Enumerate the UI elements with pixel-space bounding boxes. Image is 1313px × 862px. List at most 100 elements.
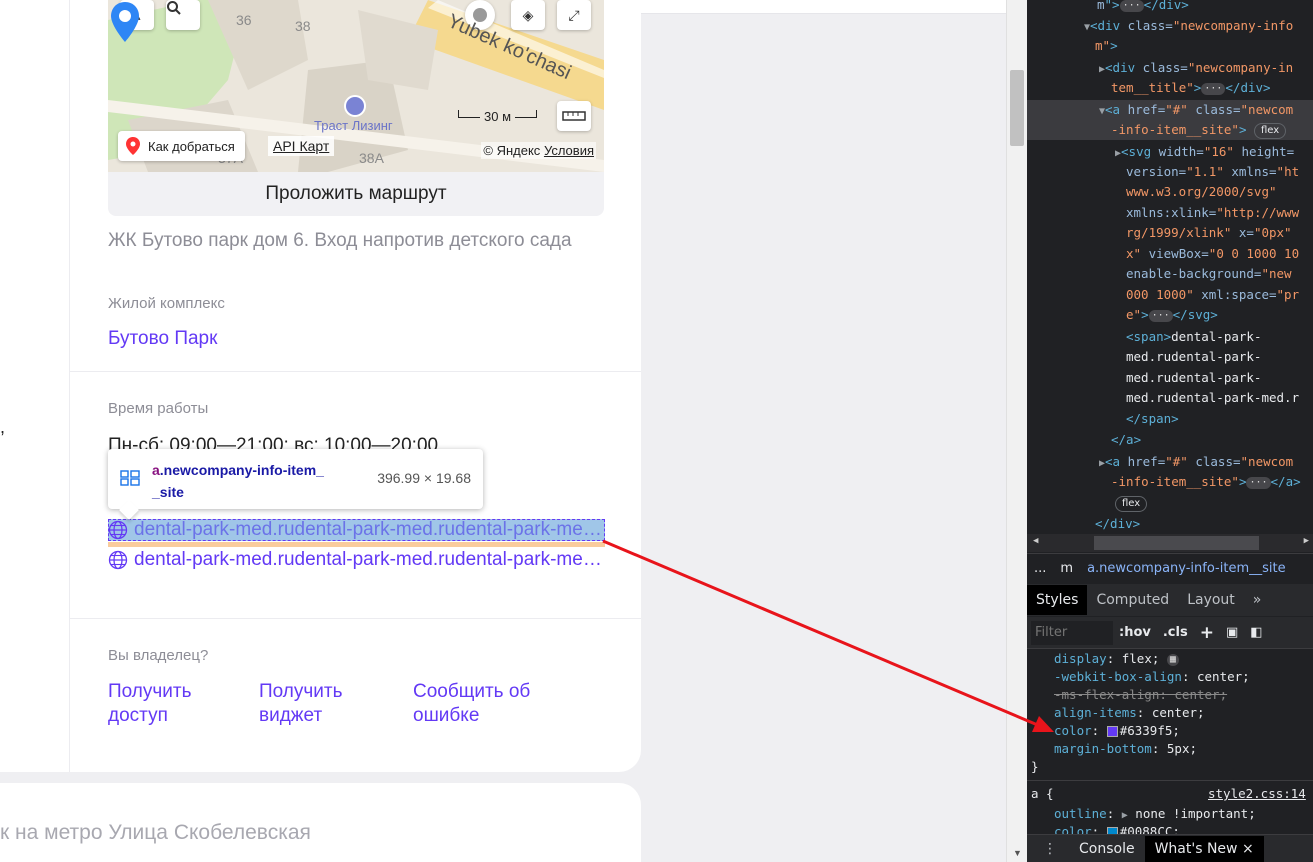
style-decl-color[interactable]: color: #6339f5; xyxy=(1054,722,1180,740)
hov-toggle[interactable]: :hov xyxy=(1113,625,1157,640)
flex-badge[interactable]: flex xyxy=(1115,495,1148,512)
sidebar-toggle-icon[interactable]: ◧ xyxy=(1244,625,1268,640)
dom-line[interactable]: med.rudental-park- xyxy=(1126,368,1261,388)
breadcrumb-item[interactable]: ... xyxy=(1027,561,1053,576)
tab-computed[interactable]: Computed xyxy=(1087,585,1178,615)
style-decl-overridden[interactable]: -ms-flex-align: center; xyxy=(1054,686,1227,704)
rule-selector[interactable]: a { xyxy=(1031,785,1054,803)
dom-line[interactable]: </a> xyxy=(1111,430,1141,450)
dom-line[interactable]: </div> xyxy=(1095,514,1140,534)
dom-line[interactable]: ▼<div class="newcompany-info xyxy=(1084,16,1293,38)
dom-line[interactable]: www.w3.org/2000/svg" xyxy=(1126,182,1277,202)
owner-label: Вы владелец? xyxy=(108,647,209,664)
cls-toggle[interactable]: .cls xyxy=(1157,625,1194,640)
map-layers-button[interactable]: ◈ xyxy=(511,0,545,30)
site-link-highlighted[interactable]: dental-park-med.rudental-park-med.rudent… xyxy=(108,519,605,541)
map-terms-link[interactable]: Условия xyxy=(544,143,594,158)
breadcrumb-item-selected[interactable]: a.newcompany-info-item__site xyxy=(1080,561,1293,576)
style-decl[interactable]: align-items: center; xyxy=(1054,704,1205,722)
elements-tree[interactable]: m"> ··· </div> ▼<div class="newcompany-inf… xyxy=(1027,0,1313,534)
dom-line[interactable]: x" viewBox="0 0 1000 10 xyxy=(1126,244,1299,264)
dom-line[interactable]: 000 1000" xml:space="pr xyxy=(1126,285,1299,305)
style-decl[interactable]: -webkit-box-align: center; xyxy=(1054,668,1250,686)
globe-icon xyxy=(108,520,128,540)
styles-filter-input[interactable] xyxy=(1031,620,1113,645)
dom-line[interactable]: med.rudental-park- xyxy=(1126,347,1261,367)
close-icon[interactable]: × xyxy=(1242,841,1254,857)
flex-editor-icon[interactable]: ▦ xyxy=(1166,653,1179,666)
address-note: ЖК Бутово парк дом 6. Вход напротив детс… xyxy=(108,230,572,251)
poi-icon[interactable] xyxy=(344,95,366,117)
complex-link[interactable]: Бутово Парк xyxy=(108,328,217,350)
dom-line[interactable]: enable-background="new xyxy=(1126,264,1292,284)
styles-pane[interactable]: display: flex; ▦ -webkit-box-align: cent… xyxy=(1027,650,1313,839)
dom-line[interactable]: med.rudental-park-med.r xyxy=(1126,388,1299,408)
scroll-down-icon[interactable]: ▼ xyxy=(1013,848,1022,858)
flex-layout-icon xyxy=(120,470,140,486)
dom-line[interactable]: xmlns:xlink="http://www xyxy=(1126,203,1299,223)
scroll-left-icon[interactable]: ◀ xyxy=(1033,536,1038,546)
map-fullscreen-button[interactable]: ⤢ xyxy=(557,0,591,30)
metro-text: к на метро Улица Скобелевская xyxy=(0,821,311,844)
more-tabs-icon[interactable]: » xyxy=(1244,585,1271,615)
selector-text: a { xyxy=(1031,786,1054,801)
report-error-link[interactable]: Сообщить об ошибке xyxy=(413,680,530,728)
scrollbar-thumb[interactable] xyxy=(1010,70,1024,146)
paint-icon[interactable]: ▣ xyxy=(1220,625,1244,640)
page-scrollbar[interactable]: ▼ xyxy=(1006,0,1027,862)
map-copyright: © Яндекс Условия xyxy=(481,142,596,159)
copyright-text: © Яндекс xyxy=(483,143,541,158)
dom-line-selected[interactable]: ▼<a href="#" class="newcom xyxy=(1099,100,1293,122)
breadcrumb-item[interactable]: m xyxy=(1053,561,1080,576)
style-source-link[interactable]: style2.css:14 xyxy=(1208,785,1306,803)
styles-tabbar: Styles Computed Layout » xyxy=(1027,584,1313,616)
globe-icon xyxy=(108,550,128,570)
dom-line[interactable]: </span> xyxy=(1126,409,1179,429)
style-decl[interactable]: margin-bottom: 5px; xyxy=(1054,740,1197,758)
tab-console[interactable]: Console xyxy=(1069,836,1145,862)
tab-styles[interactable]: Styles xyxy=(1027,585,1088,615)
link-line: Сообщить об xyxy=(413,681,531,702)
directions-button[interactable]: Как добраться xyxy=(118,131,245,161)
dom-line[interactable]: version="1.1" xmlns="ht xyxy=(1126,162,1299,182)
map-poi-label[interactable]: Траст Лизинг xyxy=(314,118,393,133)
dom-line[interactable]: rg/1999/xlink" x="0px" xyxy=(1126,223,1292,243)
map-house-label: 36 xyxy=(236,12,252,28)
tab-whats-new[interactable]: What's New × xyxy=(1144,835,1264,862)
dom-line[interactable]: flex xyxy=(1115,493,1148,513)
dom-line[interactable]: tem__title"> ··· </div> xyxy=(1111,78,1271,98)
hscroll-thumb[interactable] xyxy=(1094,536,1259,550)
dom-line[interactable]: m"> xyxy=(1095,36,1118,56)
map-api-link[interactable]: API Карт xyxy=(268,136,335,156)
new-rule-icon[interactable]: + xyxy=(1194,623,1220,643)
dom-line[interactable]: ▶<div class="newcompany-in xyxy=(1099,58,1293,80)
dom-line[interactable]: m"> ··· </div> xyxy=(1097,0,1189,15)
build-route-button[interactable]: Проложить маршрут xyxy=(108,172,604,216)
elements-hscrollbar[interactable]: ◀ ▶ xyxy=(1027,534,1313,552)
site-link[interactable]: dental-park-med.rudental-park-med.rudent… xyxy=(108,549,605,571)
style-decl[interactable]: outline: ▶ none !important; xyxy=(1054,805,1256,825)
dom-line[interactable]: e"> ··· </svg> xyxy=(1126,305,1218,325)
devtools-panel: m"> ··· </div> ▼<div class="newcompany-inf… xyxy=(1027,0,1313,862)
dom-line[interactable]: ▶<svg width="16" height= xyxy=(1115,142,1294,164)
scroll-right-icon[interactable]: ▶ xyxy=(1304,536,1309,546)
dom-line[interactable]: -info-item__site"> ··· </a> xyxy=(1111,472,1301,492)
map-ruler-button[interactable] xyxy=(557,101,591,131)
get-widget-link[interactable]: Получить виджет xyxy=(259,680,343,728)
search-icon xyxy=(167,1,181,15)
devtools-drawer: ⋮ Console What's New × xyxy=(1027,834,1313,862)
drawer-menu-icon[interactable]: ⋮ xyxy=(1027,841,1069,857)
color-swatch[interactable] xyxy=(1106,726,1118,737)
red-pin-icon xyxy=(126,137,140,155)
tab-layout[interactable]: Layout xyxy=(1178,585,1244,615)
dom-line[interactable]: <span>dental-park- xyxy=(1126,327,1261,347)
tooltip-class: .newcompany-info-item_ xyxy=(159,462,324,478)
style-decl[interactable]: display: flex; ▦ xyxy=(1054,650,1179,668)
section-divider xyxy=(69,618,641,619)
flex-badge[interactable]: flex xyxy=(1254,122,1287,139)
dom-line-selected[interactable]: -info-item__site"> flex xyxy=(1111,120,1287,140)
map-search-button[interactable] xyxy=(166,0,200,30)
get-access-link[interactable]: Получить доступ xyxy=(108,680,192,728)
tooltip-size: 396.99 × 19.68 xyxy=(377,470,471,486)
dom-line[interactable]: ▶<a href="#" class="newcom xyxy=(1099,452,1293,474)
